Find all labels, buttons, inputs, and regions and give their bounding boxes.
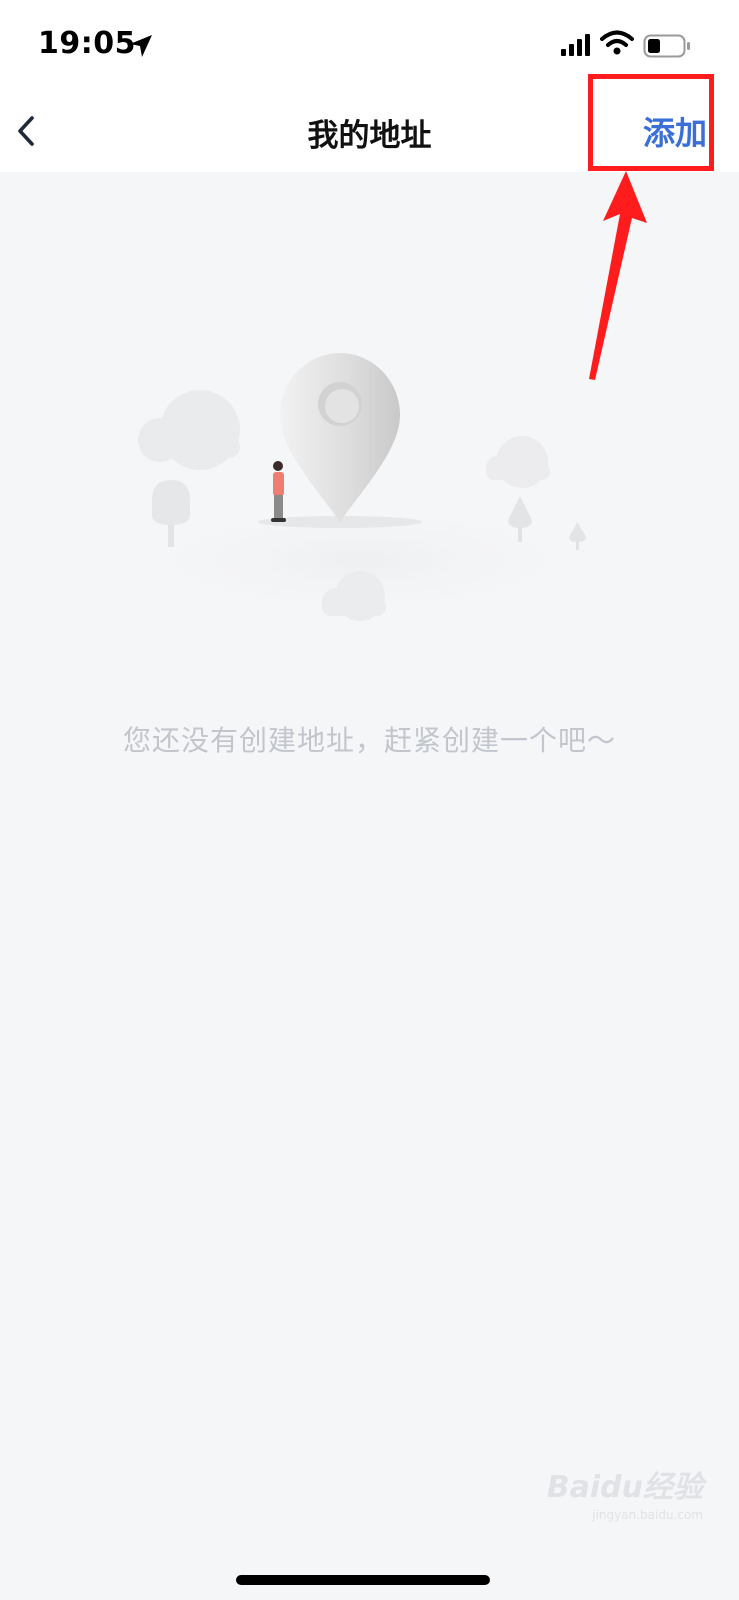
cloud-left <box>138 390 240 470</box>
watermark: Baidu经验 jingyan.baidu.com <box>547 1462 703 1522</box>
empty-state-message: 您还没有创建地址，赶紧创建一个吧～ <box>122 724 616 757</box>
wifi-icon <box>600 30 634 55</box>
cloud-right <box>486 436 550 488</box>
empty-state-illustration <box>105 353 615 621</box>
signal-icon <box>561 34 590 56</box>
status-bar: 19:05 <box>0 0 739 92</box>
location-pin-icon <box>280 353 400 522</box>
watermark-logo: Baidu经验 <box>546 1470 703 1505</box>
battery-icon <box>643 34 690 58</box>
watermark-url: jingyan.baidu.com <box>592 1508 703 1522</box>
page-title: 我的地址 <box>307 118 432 154</box>
nav-bar: 我的地址 添加 <box>0 92 739 172</box>
status-time: 19:05 <box>38 26 136 61</box>
home-indicator <box>236 1575 490 1585</box>
add-button[interactable]: 添加 <box>643 108 707 154</box>
location-arrow-icon <box>130 35 152 57</box>
